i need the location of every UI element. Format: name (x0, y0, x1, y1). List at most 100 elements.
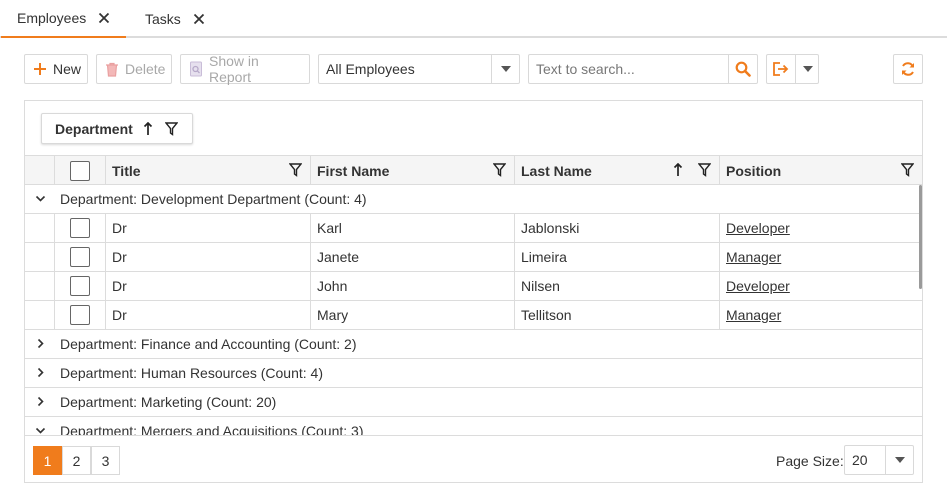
position-link[interactable]: Manager (726, 307, 781, 323)
cell-title[interactable]: Dr (105, 214, 310, 242)
page-number: 2 (72, 452, 81, 469)
sort-up-icon[interactable] (143, 121, 153, 136)
cell-first-name[interactable]: John (310, 272, 514, 300)
header-last-name-label: Last Name (521, 162, 592, 179)
cell-position[interactable]: Manager (719, 301, 922, 329)
search-icon[interactable] (728, 55, 757, 83)
cell-first-name[interactable]: Karl (310, 214, 514, 242)
search-box (528, 54, 758, 84)
table-row[interactable]: Dr Mary Tellitson Manager (25, 301, 922, 330)
page-button-1[interactable]: 1 (33, 446, 62, 475)
chevron-down-icon[interactable] (491, 55, 519, 83)
cell-last-name[interactable]: Limeira (514, 243, 719, 271)
row-select-cell[interactable] (54, 243, 105, 271)
header-position[interactable]: Position (719, 156, 922, 185)
cell-text: Nilsen (521, 278, 560, 294)
cell-position[interactable]: Developer (719, 214, 922, 242)
row-select-cell[interactable] (54, 272, 105, 300)
close-icon[interactable] (193, 13, 205, 25)
cell-last-name[interactable]: Jablonski (514, 214, 719, 242)
delete-button[interactable]: Delete (96, 54, 172, 84)
cell-text: John (317, 278, 348, 294)
filter-icon[interactable] (901, 163, 914, 177)
sort-up-icon[interactable] (673, 163, 683, 177)
cell-position[interactable]: Manager (719, 243, 922, 271)
filter-icon[interactable] (698, 163, 711, 177)
position-link[interactable]: Developer (726, 278, 790, 294)
filter-value: All Employees (326, 61, 415, 77)
cell-title[interactable]: Dr (105, 243, 310, 271)
group-row[interactable]: Department: Development Department (Coun… (25, 185, 922, 214)
page-button-2[interactable]: 2 (62, 446, 91, 475)
cell-text: Tellitson (521, 307, 572, 323)
grid-header: Title First Name Last Name Position (25, 155, 922, 185)
header-last-name[interactable]: Last Name (514, 156, 719, 185)
cell-text: Dr (112, 307, 127, 323)
tab-label: Employees (17, 10, 87, 26)
row-checkbox[interactable] (70, 276, 90, 296)
table-row[interactable]: Dr John Nilsen Developer (25, 272, 922, 301)
cell-title[interactable]: Dr (105, 272, 310, 300)
cell-text: Limeira (521, 249, 567, 265)
header-first-name[interactable]: First Name (310, 156, 514, 185)
chevron-down-icon[interactable] (885, 446, 913, 474)
row-checkbox[interactable] (70, 305, 90, 325)
tab-employees[interactable]: Employees (1, 0, 127, 38)
table-row[interactable]: Dr Karl Jablonski Developer (25, 214, 922, 243)
refresh-button[interactable] (893, 54, 923, 84)
trash-icon (105, 62, 119, 77)
cell-text: Dr (112, 220, 127, 236)
select-all-checkbox[interactable] (70, 160, 90, 181)
cell-last-name[interactable]: Tellitson (514, 301, 719, 329)
row-checkbox[interactable] (70, 247, 90, 267)
vertical-scrollbar[interactable] (919, 185, 922, 289)
export-button[interactable] (766, 54, 819, 84)
search-input[interactable] (529, 55, 729, 83)
group-panel-chip[interactable]: Department (41, 113, 193, 144)
position-link[interactable]: Manager (726, 249, 781, 265)
employee-filter-select[interactable]: All Employees (318, 54, 520, 84)
group-label: Department: Marketing (Count: 20) (60, 394, 277, 410)
refresh-icon (900, 61, 916, 77)
header-select-all[interactable] (54, 156, 105, 185)
cell-first-name[interactable]: Janete (310, 243, 514, 271)
cell-first-name[interactable]: Mary (310, 301, 514, 329)
new-button[interactable]: New (24, 54, 88, 84)
group-row[interactable]: Department: Finance and Accounting (Coun… (25, 330, 922, 359)
delete-label: Delete (125, 61, 166, 77)
page-button-3[interactable]: 3 (91, 446, 120, 475)
tab-bar: Employees Tasks (0, 0, 947, 38)
table-row[interactable]: Dr Janete Limeira Manager (25, 243, 922, 272)
position-link[interactable]: Developer (726, 220, 790, 236)
chevron-down-icon[interactable] (795, 55, 819, 83)
plus-icon (33, 62, 47, 76)
row-checkbox[interactable] (70, 218, 90, 238)
header-title[interactable]: Title (105, 156, 310, 185)
header-title-label: Title (112, 162, 141, 179)
page-size-label: Page Size: (776, 453, 844, 469)
chevron-right-icon[interactable] (35, 338, 46, 349)
chevron-right-icon[interactable] (35, 396, 46, 407)
page-size-select[interactable]: 20 (844, 445, 914, 475)
chevron-down-icon[interactable] (35, 193, 46, 204)
chevron-right-icon[interactable] (35, 367, 46, 378)
close-icon[interactable] (98, 12, 110, 24)
header-position-label: Position (726, 162, 782, 179)
header-expand-cell (25, 156, 54, 185)
chevron-down-icon[interactable] (35, 425, 46, 435)
tab-tasks[interactable]: Tasks (129, 0, 221, 38)
cell-title[interactable]: Dr (105, 301, 310, 329)
page-number: 3 (101, 452, 110, 469)
show-in-report-button[interactable]: Show in Report (180, 53, 310, 85)
cell-position[interactable]: Developer (719, 272, 922, 300)
group-row[interactable]: Department: Marketing (Count: 20) (25, 388, 922, 417)
group-row[interactable]: Department: Mergers and Acquisitions (Co… (25, 417, 922, 435)
filter-icon[interactable] (164, 121, 178, 136)
cell-last-name[interactable]: Nilsen (514, 272, 719, 300)
filter-icon[interactable] (493, 163, 506, 177)
row-select-cell[interactable] (54, 214, 105, 242)
group-row[interactable]: Department: Human Resources (Count: 4) (25, 359, 922, 388)
row-select-cell[interactable] (54, 301, 105, 329)
filter-icon[interactable] (289, 163, 302, 177)
cell-text: Dr (112, 249, 127, 265)
